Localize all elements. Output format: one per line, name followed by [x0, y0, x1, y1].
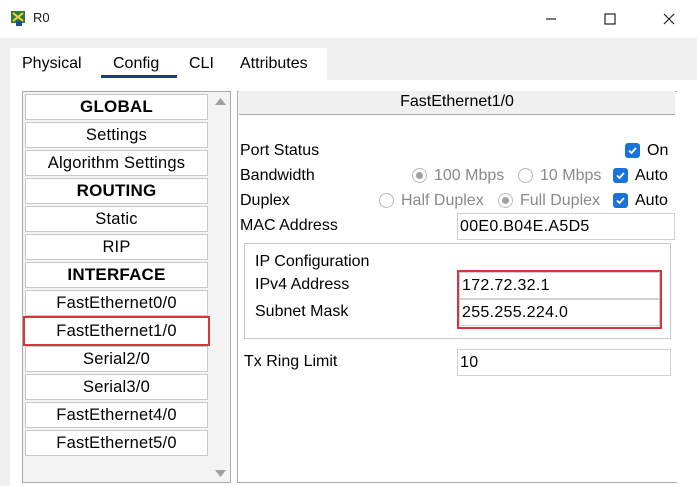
checkmark-icon: [628, 147, 637, 155]
maximize-icon: [604, 13, 616, 25]
close-button[interactable]: [654, 6, 684, 32]
nav-item-fastethernet4-0[interactable]: FastEthernet4/0: [25, 402, 208, 428]
bandwidth-100-label: 100 Mbps: [434, 167, 505, 184]
nav-item-fastethernet1-0[interactable]: FastEthernet1/0: [23, 316, 210, 346]
duplex-half-radio[interactable]: [379, 193, 394, 208]
tx-ring-limit-label: Tx Ring Limit: [244, 353, 338, 370]
nav-item-algorithm-settings[interactable]: Algorithm Settings: [25, 150, 208, 176]
nav-item-serial3-0[interactable]: Serial3/0: [25, 374, 208, 400]
highlight-box: [457, 270, 662, 329]
bandwidth-auto-checkbox[interactable]: [613, 168, 628, 183]
tab-attributes[interactable]: Attributes: [240, 55, 308, 73]
nav-item-static[interactable]: Static: [25, 206, 208, 232]
subnet-mask-label: Subnet Mask: [255, 303, 349, 320]
duplex-auto-checkbox[interactable]: [613, 193, 628, 208]
close-icon: [663, 13, 675, 25]
port-status-label: Port Status: [240, 142, 320, 159]
checkmark-icon: [616, 172, 625, 180]
port-status-checkbox[interactable]: [625, 143, 640, 158]
mac-address-field[interactable]: 00E0.B04E.A5D5: [457, 213, 675, 240]
maximize-button[interactable]: [595, 6, 625, 32]
tab-physical[interactable]: Physical: [22, 55, 82, 73]
bandwidth-10-label: 10 Mbps: [540, 167, 602, 184]
bandwidth-auto-label: Auto: [635, 167, 668, 184]
nav-item-fastethernet0-0[interactable]: FastEthernet0/0: [25, 290, 208, 316]
nav-scrollbar[interactable]: [211, 92, 230, 482]
window-title: R0: [33, 10, 50, 25]
nav-item-serial2-0[interactable]: Serial2/0: [25, 346, 208, 372]
section-header-routing: ROUTING: [25, 178, 208, 204]
tab-cli[interactable]: CLI: [189, 55, 214, 73]
interface-title: FastEthernet1/0: [239, 91, 675, 115]
minimize-button[interactable]: [536, 6, 566, 32]
router-app-icon: [11, 11, 25, 26]
bandwidth-label: Bandwidth: [240, 167, 315, 184]
nav-item-settings[interactable]: Settings: [25, 122, 208, 148]
port-status-on-label: On: [647, 142, 669, 159]
section-header-global: GLOBAL: [25, 94, 208, 120]
scroll-up-icon[interactable]: [215, 97, 226, 106]
section-header-interface: INTERFACE: [25, 262, 208, 288]
ipv4-address-label: IPv4 Address: [255, 276, 350, 293]
checkmark-icon: [616, 197, 625, 205]
duplex-auto-label: Auto: [635, 192, 668, 209]
bandwidth-10-radio[interactable]: [518, 168, 533, 183]
nav-item-fastethernet5-0[interactable]: FastEthernet5/0: [25, 430, 208, 456]
duplex-half-label: Half Duplex: [401, 192, 484, 209]
nav-item-rip[interactable]: RIP: [25, 234, 208, 260]
tx-ring-limit-field[interactable]: 10: [457, 349, 671, 376]
tab-config[interactable]: Config: [113, 55, 159, 73]
active-tab-indicator: [101, 75, 177, 78]
minimize-icon: [546, 18, 556, 20]
ip-configuration-title: IP Configuration: [255, 253, 370, 270]
bandwidth-100-radio[interactable]: [412, 168, 427, 183]
duplex-label: Duplex: [240, 192, 290, 209]
scroll-down-icon[interactable]: [215, 469, 226, 478]
duplex-full-radio[interactable]: [498, 193, 513, 208]
mac-address-label: MAC Address: [240, 217, 338, 234]
duplex-full-label: Full Duplex: [520, 192, 601, 209]
title-bar: R0: [0, 0, 697, 38]
